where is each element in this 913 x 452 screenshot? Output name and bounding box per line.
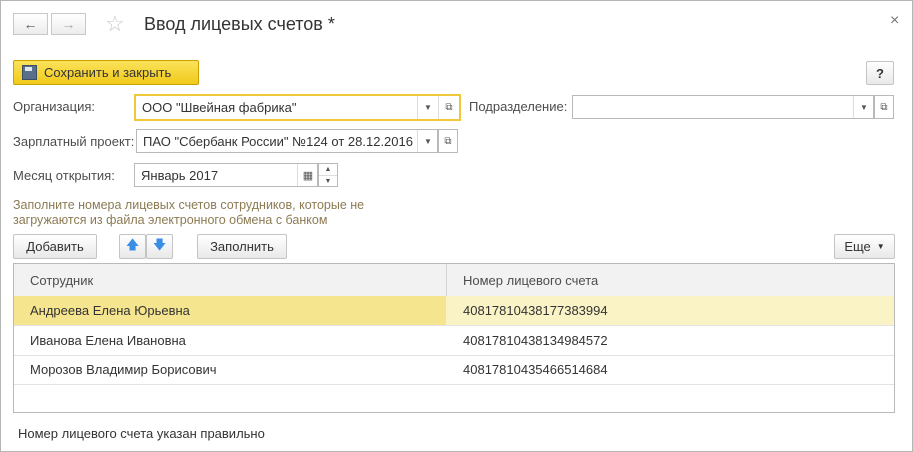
subdivision-label: Подразделение: <box>469 99 568 114</box>
back-button[interactable]: ← <box>13 13 48 35</box>
save-and-close-button[interactable]: Сохранить и закрыть <box>13 60 199 85</box>
more-button[interactable]: Еще ▼ <box>834 234 895 259</box>
calendar-icon[interactable]: ▦ <box>297 164 318 186</box>
forward-button[interactable]: → <box>51 13 86 35</box>
organization-value: ООО "Швейная фабрика" <box>142 100 297 115</box>
salary-project-label: Зарплатный проект: <box>13 134 135 149</box>
organization-label: Организация: <box>13 99 96 114</box>
accounts-table[interactable]: Сотрудник Номер лицевого счета Андреева … <box>13 263 895 413</box>
save-and-close-label: Сохранить и закрыть <box>44 65 172 80</box>
favorite-star-icon[interactable]: ☆ <box>105 13 125 35</box>
open-month-label: Месяц открытия: <box>13 168 115 183</box>
organization-field[interactable]: ООО "Швейная фабрика" ▼ ⧉ <box>134 94 461 121</box>
open-icon[interactable]: ⧉ <box>874 95 894 119</box>
open-month-value: Январь 2017 <box>141 168 219 183</box>
table-row[interactable]: Андреева Елена Юрьевна 40817810438177383… <box>14 296 894 326</box>
arrow-right-icon: → <box>61 16 76 32</box>
employee-cell: Иванова Елена Ивановна <box>30 333 186 348</box>
move-up-button[interactable]: 🡅 <box>119 234 146 259</box>
help-button[interactable]: ? <box>866 61 894 85</box>
account-cell: 40817810438134984572 <box>463 333 608 348</box>
column-header-account[interactable]: Номер лицевого счета <box>463 273 598 288</box>
chevron-down-icon: ▼ <box>876 242 885 251</box>
close-icon[interactable]: × <box>890 12 899 30</box>
dropdown-arrow-icon[interactable]: ▼ <box>417 130 438 152</box>
spin-up-icon[interactable]: ▲ <box>319 164 337 175</box>
open-icon[interactable]: ⧉ <box>438 96 459 119</box>
dropdown-arrow-icon[interactable]: ▼ <box>853 96 874 118</box>
status-text: Номер лицевого счета указан правильно <box>18 426 265 441</box>
save-icon <box>22 65 37 80</box>
table-row[interactable]: Морозов Владимир Борисович 4081781043546… <box>14 355 894 385</box>
move-down-button[interactable]: 🡇 <box>146 234 173 259</box>
table-row[interactable]: Иванова Елена Ивановна 40817810438134984… <box>14 326 894 356</box>
employee-cell: Андреева Елена Юрьевна <box>30 303 190 318</box>
more-label: Еще <box>844 239 871 254</box>
month-spinner[interactable]: ▲ ▼ <box>318 163 338 187</box>
page-title: Ввод лицевых счетов * <box>144 14 335 34</box>
fill-button[interactable]: Заполнить <box>197 234 287 259</box>
employee-cell: Морозов Владимир Борисович <box>30 362 217 377</box>
open-icon[interactable]: ⧉ <box>438 129 458 153</box>
dropdown-arrow-icon[interactable]: ▼ <box>417 96 438 119</box>
column-header-employee[interactable]: Сотрудник <box>30 273 93 288</box>
table-header: Сотрудник Номер лицевого счета <box>14 264 894 297</box>
account-cell: 40817810435466514684 <box>463 362 608 377</box>
window: ← → ☆ Ввод лицевых счетов * × Сохранить … <box>0 0 913 452</box>
arrow-down-icon: 🡇 <box>152 236 167 252</box>
arrow-up-icon: 🡅 <box>125 236 140 252</box>
hint-text: Заполните номера лицевых счетов сотрудни… <box>13 198 365 227</box>
subdivision-field[interactable]: ▼ <box>572 95 874 119</box>
add-button[interactable]: Добавить <box>13 234 97 259</box>
arrow-left-icon: ← <box>23 16 38 32</box>
salary-project-field[interactable]: ПАО "Сбербанк России" №124 от 28.12.2016… <box>136 129 438 153</box>
open-month-field[interactable]: Январь 2017 ▦ <box>134 163 318 187</box>
salary-project-value: ПАО "Сбербанк России" №124 от 28.12.2016 <box>143 134 413 149</box>
account-cell: 40817810438177383994 <box>463 303 608 318</box>
spin-down-icon[interactable]: ▼ <box>319 175 337 187</box>
